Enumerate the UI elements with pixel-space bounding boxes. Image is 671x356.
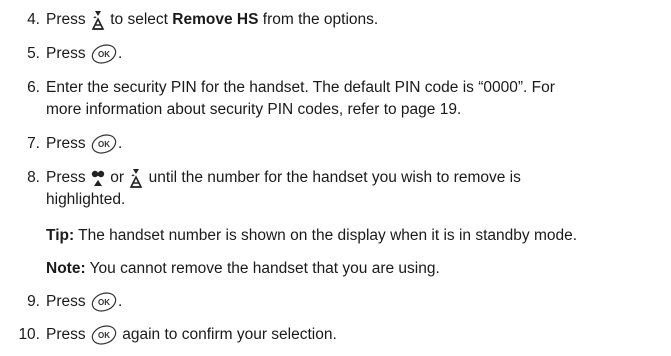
step-number: 7. — [27, 135, 40, 152]
step-number: 5. — [27, 45, 40, 62]
menu-option-remove-hs: Remove HS — [172, 11, 259, 29]
ok-key-icon: OK — [90, 292, 118, 312]
ok-label: OK — [98, 331, 110, 340]
tip-text: The handset number is shown on the displ… — [78, 227, 578, 244]
step-text: Enter the security PIN for the handset. … — [46, 79, 555, 96]
ok-key-icon: OK — [90, 134, 118, 154]
down-contacts-key-icon — [90, 10, 106, 30]
step-number: 4. — [27, 11, 40, 28]
step-text: from the options. — [262, 11, 379, 29]
step-number: 6. — [27, 79, 40, 96]
step-text: Press — [46, 326, 86, 344]
down-contacts-key-icon — [128, 168, 144, 188]
step-text: . — [117, 293, 123, 311]
step-text-continued: highlighted. — [46, 191, 126, 208]
ok-label: OK — [98, 298, 110, 307]
step-number: 10. — [18, 326, 40, 343]
note-label: Note: — [46, 260, 86, 277]
step-text: . — [117, 135, 123, 153]
step-text: or — [110, 169, 125, 187]
ok-label: OK — [98, 140, 110, 149]
step-text: . — [117, 45, 123, 63]
step-text-continued: more information about security PIN code… — [46, 101, 462, 118]
step-text: Press — [46, 11, 86, 29]
step-text: Press — [46, 45, 86, 63]
step-text: to select — [110, 11, 168, 29]
tip-label: Tip: — [46, 227, 75, 244]
note-text: You cannot remove the handset that you a… — [89, 260, 440, 277]
step-text: until the number for the handset you wis… — [148, 169, 521, 187]
step-text: Press — [46, 135, 86, 153]
step-number: 9. — [27, 293, 40, 310]
up-redial-key-icon — [90, 168, 106, 188]
step-number: 8. — [27, 169, 40, 186]
ok-key-icon: OK — [90, 44, 118, 64]
step-text: Press — [46, 169, 86, 187]
step-text: Press — [46, 293, 86, 311]
step-text: again to confirm your selection. — [122, 326, 337, 344]
ok-key-icon: OK — [90, 325, 118, 345]
ok-label: OK — [98, 50, 110, 59]
